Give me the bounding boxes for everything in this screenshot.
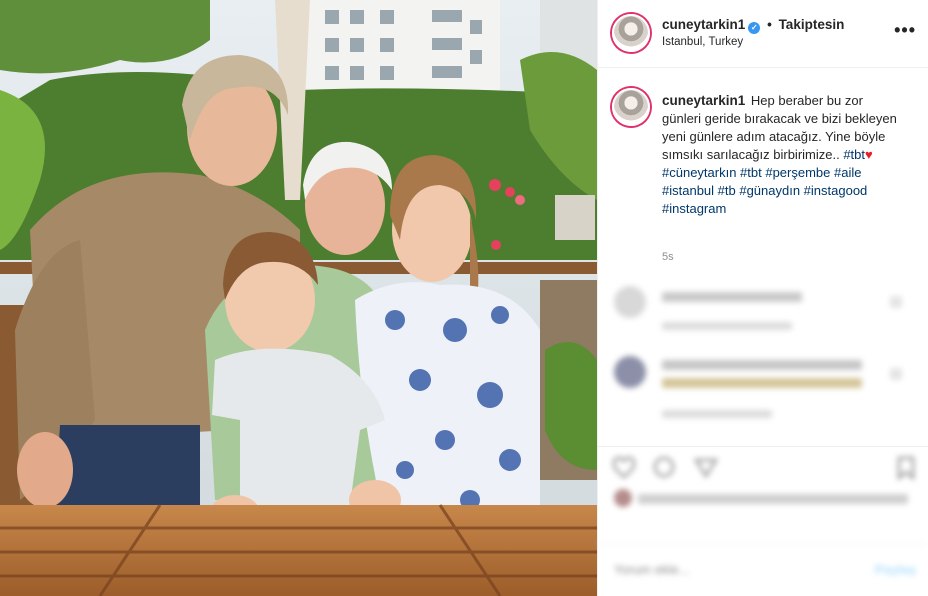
author-avatar[interactable]: [612, 14, 650, 52]
post-comment-button[interactable]: Paylaş: [875, 562, 916, 577]
comment-text-blur: [662, 360, 862, 370]
add-comment-bar: Yorum ekle... Paylaş: [598, 543, 928, 596]
post-photo[interactable]: [0, 0, 597, 596]
comment-bubble-icon[interactable]: [652, 456, 676, 480]
comment-meta-blur: [662, 410, 772, 418]
heart-emoji-icon: ♥: [865, 147, 873, 162]
post-actions: [598, 448, 928, 488]
comment-text-blur: [662, 292, 802, 302]
comment-text-blur: [662, 378, 862, 388]
comment-like-icon: [890, 296, 902, 308]
like-heart-icon[interactable]: [612, 456, 636, 480]
comment-meta-blur: [662, 322, 792, 330]
post-header: cuneytarkin1 ✓ • Takiptesin Istanbul, Tur…: [598, 0, 928, 68]
separator-dot: •: [767, 17, 772, 32]
caption-timestamp: 5s: [662, 251, 674, 263]
post-location[interactable]: Istanbul, Turkey: [662, 36, 743, 48]
comment-input[interactable]: Yorum ekle...: [614, 562, 689, 577]
caption-username[interactable]: cuneytarkin1: [662, 93, 745, 108]
liker-avatar: [614, 489, 632, 507]
caption-author-avatar[interactable]: [612, 88, 650, 126]
verified-badge-icon: ✓: [748, 22, 761, 34]
author-line: cuneytarkin1 ✓ • Takiptesin: [662, 17, 844, 34]
actions-separator: [598, 446, 928, 447]
comment-avatar: [614, 356, 646, 388]
caption-text-block: cuneytarkin1 Hep beraber bu zor günleri …: [662, 92, 902, 218]
caption-hashtags[interactable]: #cüneytarkın #tbt #perşembe #aile #istan…: [662, 165, 867, 216]
liked-by-text-blur: [638, 494, 908, 504]
family-photo-illustration: [0, 0, 597, 596]
save-bookmark-icon[interactable]: [894, 456, 918, 480]
post-side-panel: cuneytarkin1 ✓ • Takiptesin Istanbul, Tur…: [598, 0, 928, 596]
caption-inline-hashtag[interactable]: #tbt: [843, 147, 865, 162]
author-username[interactable]: cuneytarkin1: [662, 17, 745, 32]
comment-like-icon: [890, 368, 902, 380]
share-plane-icon[interactable]: [694, 456, 718, 480]
more-options-icon[interactable]: •••: [894, 20, 916, 41]
following-button[interactable]: Takiptesin: [779, 17, 845, 32]
comment-avatar: [614, 286, 646, 318]
